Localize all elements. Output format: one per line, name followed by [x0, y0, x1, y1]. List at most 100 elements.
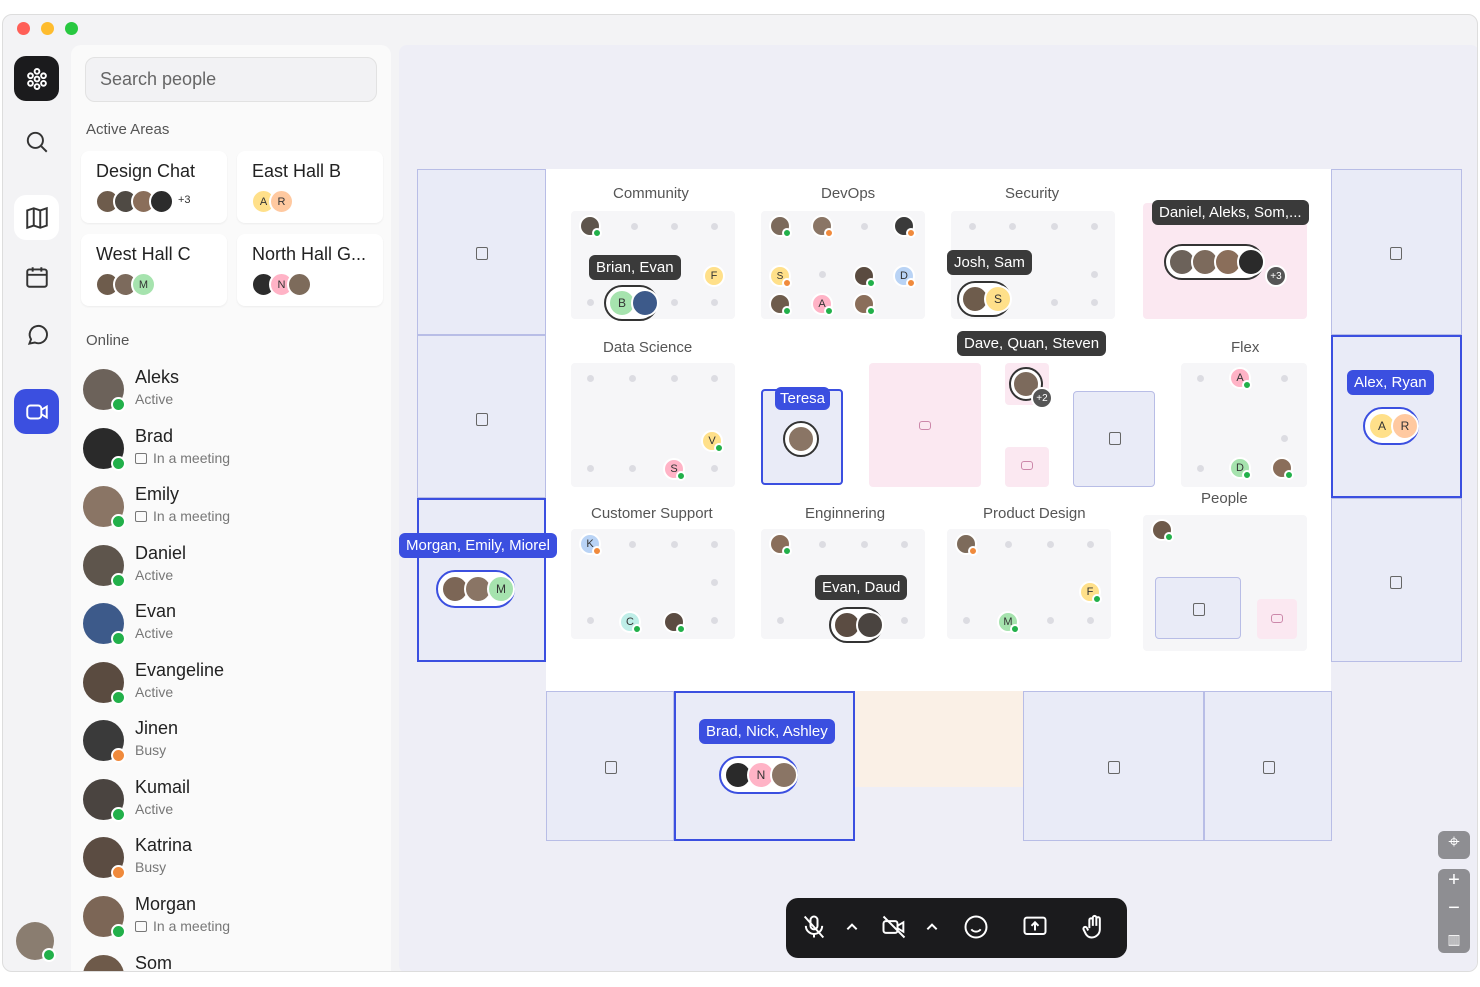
zone-west-2[interactable]	[417, 335, 546, 498]
person-row[interactable]: Evangeline Active	[83, 660, 383, 718]
person-row[interactable]: Emily In a meeting	[83, 484, 383, 542]
room-label: Community	[601, 183, 701, 204]
person-row[interactable]: Aleks Active	[83, 367, 383, 425]
avatar[interactable]	[663, 611, 686, 634]
room-people-seat[interactable]	[1257, 599, 1297, 639]
group-bubble[interactable]: S	[957, 281, 1012, 317]
avatar[interactable]	[769, 533, 792, 556]
close-window-button[interactable]	[17, 22, 30, 35]
zoom-out-button[interactable]: −	[1438, 897, 1470, 925]
room-lounge[interactable]	[869, 363, 981, 487]
microphone-off-icon[interactable]	[800, 913, 830, 943]
avatar[interactable]	[579, 215, 602, 238]
share-screen-icon[interactable]	[1021, 913, 1051, 943]
person-row[interactable]: Morgan In a meeting	[83, 894, 383, 952]
tooltip: Morgan, Emily, Miorel	[399, 533, 557, 558]
area-card-east-hall-b[interactable]: East Hall B AR	[237, 151, 383, 223]
avatar[interactable]: F	[1079, 581, 1102, 604]
area-card-west-hall-c[interactable]: West Hall C M	[81, 234, 227, 306]
zone-east-1[interactable]	[1331, 169, 1462, 335]
avatar[interactable]: D	[1229, 457, 1252, 480]
avatar[interactable]: S	[663, 458, 686, 481]
zone-west-1[interactable]	[417, 169, 546, 335]
zone-south-1[interactable]	[546, 691, 674, 841]
minimize-window-button[interactable]	[41, 22, 54, 35]
group-bubble[interactable]	[829, 607, 884, 643]
room-data-science[interactable]	[571, 363, 735, 487]
person-row[interactable]: Katrina Busy	[83, 835, 383, 893]
area-card-design-chat[interactable]: Design Chat +3	[81, 151, 227, 223]
chevron-up-icon[interactable]	[918, 913, 948, 943]
zone-south-lounge[interactable]	[855, 691, 1023, 787]
room-small-pink-2[interactable]	[1005, 447, 1049, 487]
room-phone-booth[interactable]	[1073, 391, 1155, 487]
zoom-in-button[interactable]: +	[1438, 869, 1470, 897]
video-call-icon[interactable]	[14, 389, 59, 434]
locate-icon[interactable]: ⌖	[1438, 831, 1470, 859]
group-bubble[interactable]: B	[604, 285, 659, 321]
person-row[interactable]: Evan Active	[83, 601, 383, 659]
raise-hand-icon[interactable]	[1080, 913, 1110, 943]
group-bubble[interactable]: M	[436, 570, 515, 608]
online-heading: Online	[86, 332, 130, 349]
avatar[interactable]	[955, 533, 978, 556]
person-row[interactable]: Kumail Active	[83, 777, 383, 835]
door-icon	[1263, 761, 1275, 774]
search-icon[interactable]	[14, 119, 59, 164]
avatar[interactable]: F	[703, 265, 725, 287]
group-bubble[interactable]	[1164, 244, 1265, 280]
zone-east-3[interactable]	[1331, 498, 1462, 662]
avatar[interactable]: S	[769, 265, 792, 288]
calendar-icon[interactable]	[14, 254, 59, 299]
tooltip: Dave, Quan, Steven	[957, 331, 1107, 356]
room-label: Enginnering	[793, 503, 898, 524]
room-people-booth[interactable]	[1155, 577, 1241, 639]
avatar[interactable]: C	[619, 611, 642, 634]
avatar[interactable]	[769, 293, 792, 316]
door-icon	[605, 761, 617, 774]
calendar-icon	[135, 453, 147, 464]
room-label: Security	[993, 183, 1072, 204]
person-row[interactable]: Daniel Active	[83, 543, 383, 601]
room-label: DevOps	[809, 183, 888, 204]
avatar[interactable]: K	[579, 533, 602, 556]
avatar[interactable]: D	[893, 265, 916, 288]
seat-icon	[1271, 614, 1283, 623]
area-card-north-hall[interactable]: North Hall G... N	[237, 234, 383, 306]
room-label: Product Design	[971, 503, 1098, 524]
chevron-up-icon[interactable]	[838, 913, 868, 943]
avatar[interactable]: V	[701, 430, 724, 453]
person-row[interactable]: Jinen Busy	[83, 718, 383, 776]
map-icon[interactable]	[14, 195, 59, 240]
camera-off-icon[interactable]	[880, 913, 910, 943]
avatar[interactable]	[1271, 457, 1294, 480]
app-logo-icon[interactable]	[14, 56, 59, 101]
my-avatar[interactable]	[16, 922, 56, 962]
search-input[interactable]: Search people	[85, 57, 377, 102]
map-view-icon[interactable]: ▥	[1438, 925, 1470, 953]
avatar[interactable]	[811, 215, 834, 238]
avatar[interactable]: M	[997, 611, 1020, 634]
zone-south-4[interactable]	[1204, 691, 1332, 841]
group-bubble[interactable]: AR	[1363, 407, 1419, 445]
group-bubble[interactable]: N	[719, 756, 798, 794]
avatar[interactable]	[769, 215, 792, 238]
tooltip: Josh, Sam	[947, 250, 1032, 275]
person-row[interactable]: Brad In a meeting	[83, 426, 383, 484]
seat-icon	[1021, 461, 1033, 470]
office-map[interactable]: Community F Brian, Evan B DevOps S D A S…	[399, 45, 1477, 971]
door-icon	[1390, 247, 1402, 260]
avatar[interactable]	[1151, 519, 1174, 542]
avatar[interactable]	[893, 215, 916, 238]
avatar[interactable]: A	[1229, 367, 1252, 390]
avatar[interactable]	[853, 265, 876, 288]
group-bubble[interactable]	[783, 421, 819, 457]
avatar[interactable]: A	[811, 293, 834, 316]
avatar[interactable]	[853, 293, 876, 316]
zone-south-3[interactable]	[1023, 691, 1204, 841]
chat-icon[interactable]	[14, 313, 59, 358]
emoji-icon[interactable]	[962, 913, 992, 943]
person-row[interactable]: Som	[83, 953, 383, 971]
maximize-window-button[interactable]	[65, 22, 78, 35]
app-window: Search people Active Areas Design Chat +…	[2, 14, 1478, 972]
